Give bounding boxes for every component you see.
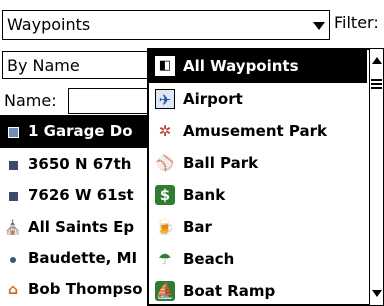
dropdown-scrollbar[interactable] <box>369 48 384 306</box>
filter-option-label: Airport <box>183 90 243 108</box>
category-value: Waypoints <box>7 15 91 34</box>
filter-dropdown-list[interactable]: ◧ All Waypoints ✈ Airport ✲ Amusement Pa… <box>147 48 369 306</box>
sort-value: By Name <box>7 56 80 75</box>
category-dropdown[interactable]: Waypoints <box>2 10 330 40</box>
filter-option-label: Amusement Park <box>183 122 327 140</box>
waypoint-label: All Saints Ep <box>28 218 135 236</box>
blue-square-icon <box>4 156 22 174</box>
waypoint-row[interactable]: Baudette, MI <box>0 242 160 275</box>
all-waypoints-icon: ◧ <box>155 56 175 76</box>
waypoint-label: 3650 N 67th <box>28 155 132 173</box>
boat-ramp-icon: ⛵ <box>155 281 175 301</box>
filter-label: Filter: <box>334 13 379 32</box>
church-icon: ⛪ <box>4 220 22 236</box>
filter-option-airport[interactable]: ✈ Airport <box>149 83 367 116</box>
scroll-down-arrow-icon[interactable] <box>372 290 382 297</box>
scroll-thumb[interactable] <box>371 79 382 89</box>
beach-icon: ☂ <box>158 250 172 268</box>
scroll-up-arrow-icon[interactable] <box>372 57 382 64</box>
ball-park-icon: ⚾ <box>155 154 175 172</box>
house-icon: ⌂ <box>7 282 19 298</box>
waypoint-row[interactable]: 1 Garage Do <box>0 115 160 148</box>
amusement-park-icon: ✲ <box>158 122 172 140</box>
dot-icon <box>4 250 22 268</box>
airport-icon: ✈ <box>155 89 175 109</box>
filter-option-label: Boat Ramp <box>183 282 276 300</box>
filter-option-bar[interactable]: 🍺 Bar <box>149 211 367 244</box>
name-search-input[interactable] <box>68 88 158 114</box>
filter-option-beach[interactable]: ☂ Beach <box>149 243 367 276</box>
filter-option-label: Bank <box>183 186 226 204</box>
filter-option-label: Beach <box>183 250 235 268</box>
filter-option-boat-ramp[interactable]: ⛵ Boat Ramp <box>149 275 367 304</box>
filter-option-all-waypoints[interactable]: ◧ All Waypoints <box>149 50 367 83</box>
filter-option-label: Bar <box>183 218 212 236</box>
waypoint-label: 1 Garage Do <box>28 122 133 140</box>
blue-square-icon <box>4 123 22 141</box>
filter-option-ball-park[interactable]: ⚾ Ball Park <box>149 147 367 180</box>
filter-option-label: Ball Park <box>183 154 259 172</box>
waypoint-label: 7626 W 61st <box>28 186 134 204</box>
waypoint-row[interactable]: ⌂ Bob Thompso <box>0 273 160 306</box>
waypoint-row[interactable]: ⛪ All Saints Ep <box>0 211 160 244</box>
bank-icon: $ <box>155 185 175 205</box>
dropdown-arrow-icon <box>313 22 325 30</box>
filter-option-amusement-park[interactable]: ✲ Amusement Park <box>149 115 367 148</box>
sort-dropdown[interactable]: By Name <box>2 51 154 79</box>
waypoint-label: Baudette, MI <box>28 249 138 267</box>
waypoint-label: Bob Thompso <box>28 280 143 298</box>
blue-square-icon <box>4 187 22 205</box>
filter-option-label: All Waypoints <box>183 57 299 75</box>
name-label: Name: <box>4 91 57 110</box>
bar-icon: 🍺 <box>155 218 175 236</box>
waypoint-row[interactable]: 3650 N 67th <box>0 148 160 181</box>
waypoint-row[interactable]: 7626 W 61st <box>0 179 160 212</box>
filter-option-bank[interactable]: $ Bank <box>149 179 367 212</box>
